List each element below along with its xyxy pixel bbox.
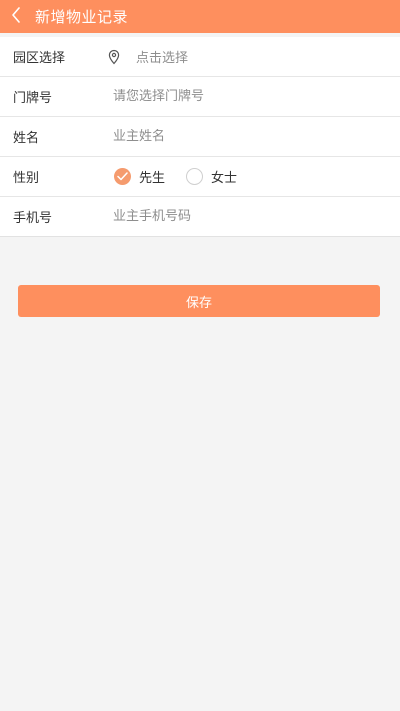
- gender-option-female[interactable]: 女士: [186, 167, 237, 186]
- gender-option-male-label: 先生: [139, 171, 166, 186]
- park-label: 园区选择: [13, 51, 66, 66]
- phone-row: 手机号: [0, 197, 400, 237]
- name-row: 姓名: [0, 117, 400, 157]
- park-selector[interactable]: 点击选择: [106, 47, 188, 66]
- park-row: 园区选择 点击选择: [0, 37, 400, 77]
- location-pin-icon: [106, 49, 122, 65]
- radio-empty-icon: [186, 168, 204, 185]
- door-number-field[interactable]: [113, 89, 353, 104]
- page-title: 新增物业记录: [35, 8, 129, 26]
- phone-label: 手机号: [13, 211, 53, 226]
- gender-option-male[interactable]: 先生: [114, 167, 165, 186]
- chevron-left-icon: [11, 6, 21, 27]
- name-field[interactable]: [113, 129, 353, 144]
- gender-row: 性别 先生 女士: [0, 157, 400, 197]
- gender-label: 性别: [13, 171, 40, 186]
- name-label: 姓名: [13, 131, 40, 146]
- record-form: 园区选择 点击选择 门牌号 姓名 性别 先生: [0, 37, 400, 237]
- door-number-label: 门牌号: [13, 91, 53, 106]
- gender-option-female-label: 女士: [211, 171, 238, 186]
- park-value: 点击选择: [136, 51, 189, 66]
- checkmark-icon: [114, 168, 131, 185]
- door-number-row: 门牌号: [0, 77, 400, 117]
- phone-field[interactable]: [113, 209, 353, 224]
- save-button[interactable]: 保存: [18, 285, 380, 317]
- back-button[interactable]: [0, 0, 32, 33]
- app-header: 新增物业记录: [0, 0, 400, 33]
